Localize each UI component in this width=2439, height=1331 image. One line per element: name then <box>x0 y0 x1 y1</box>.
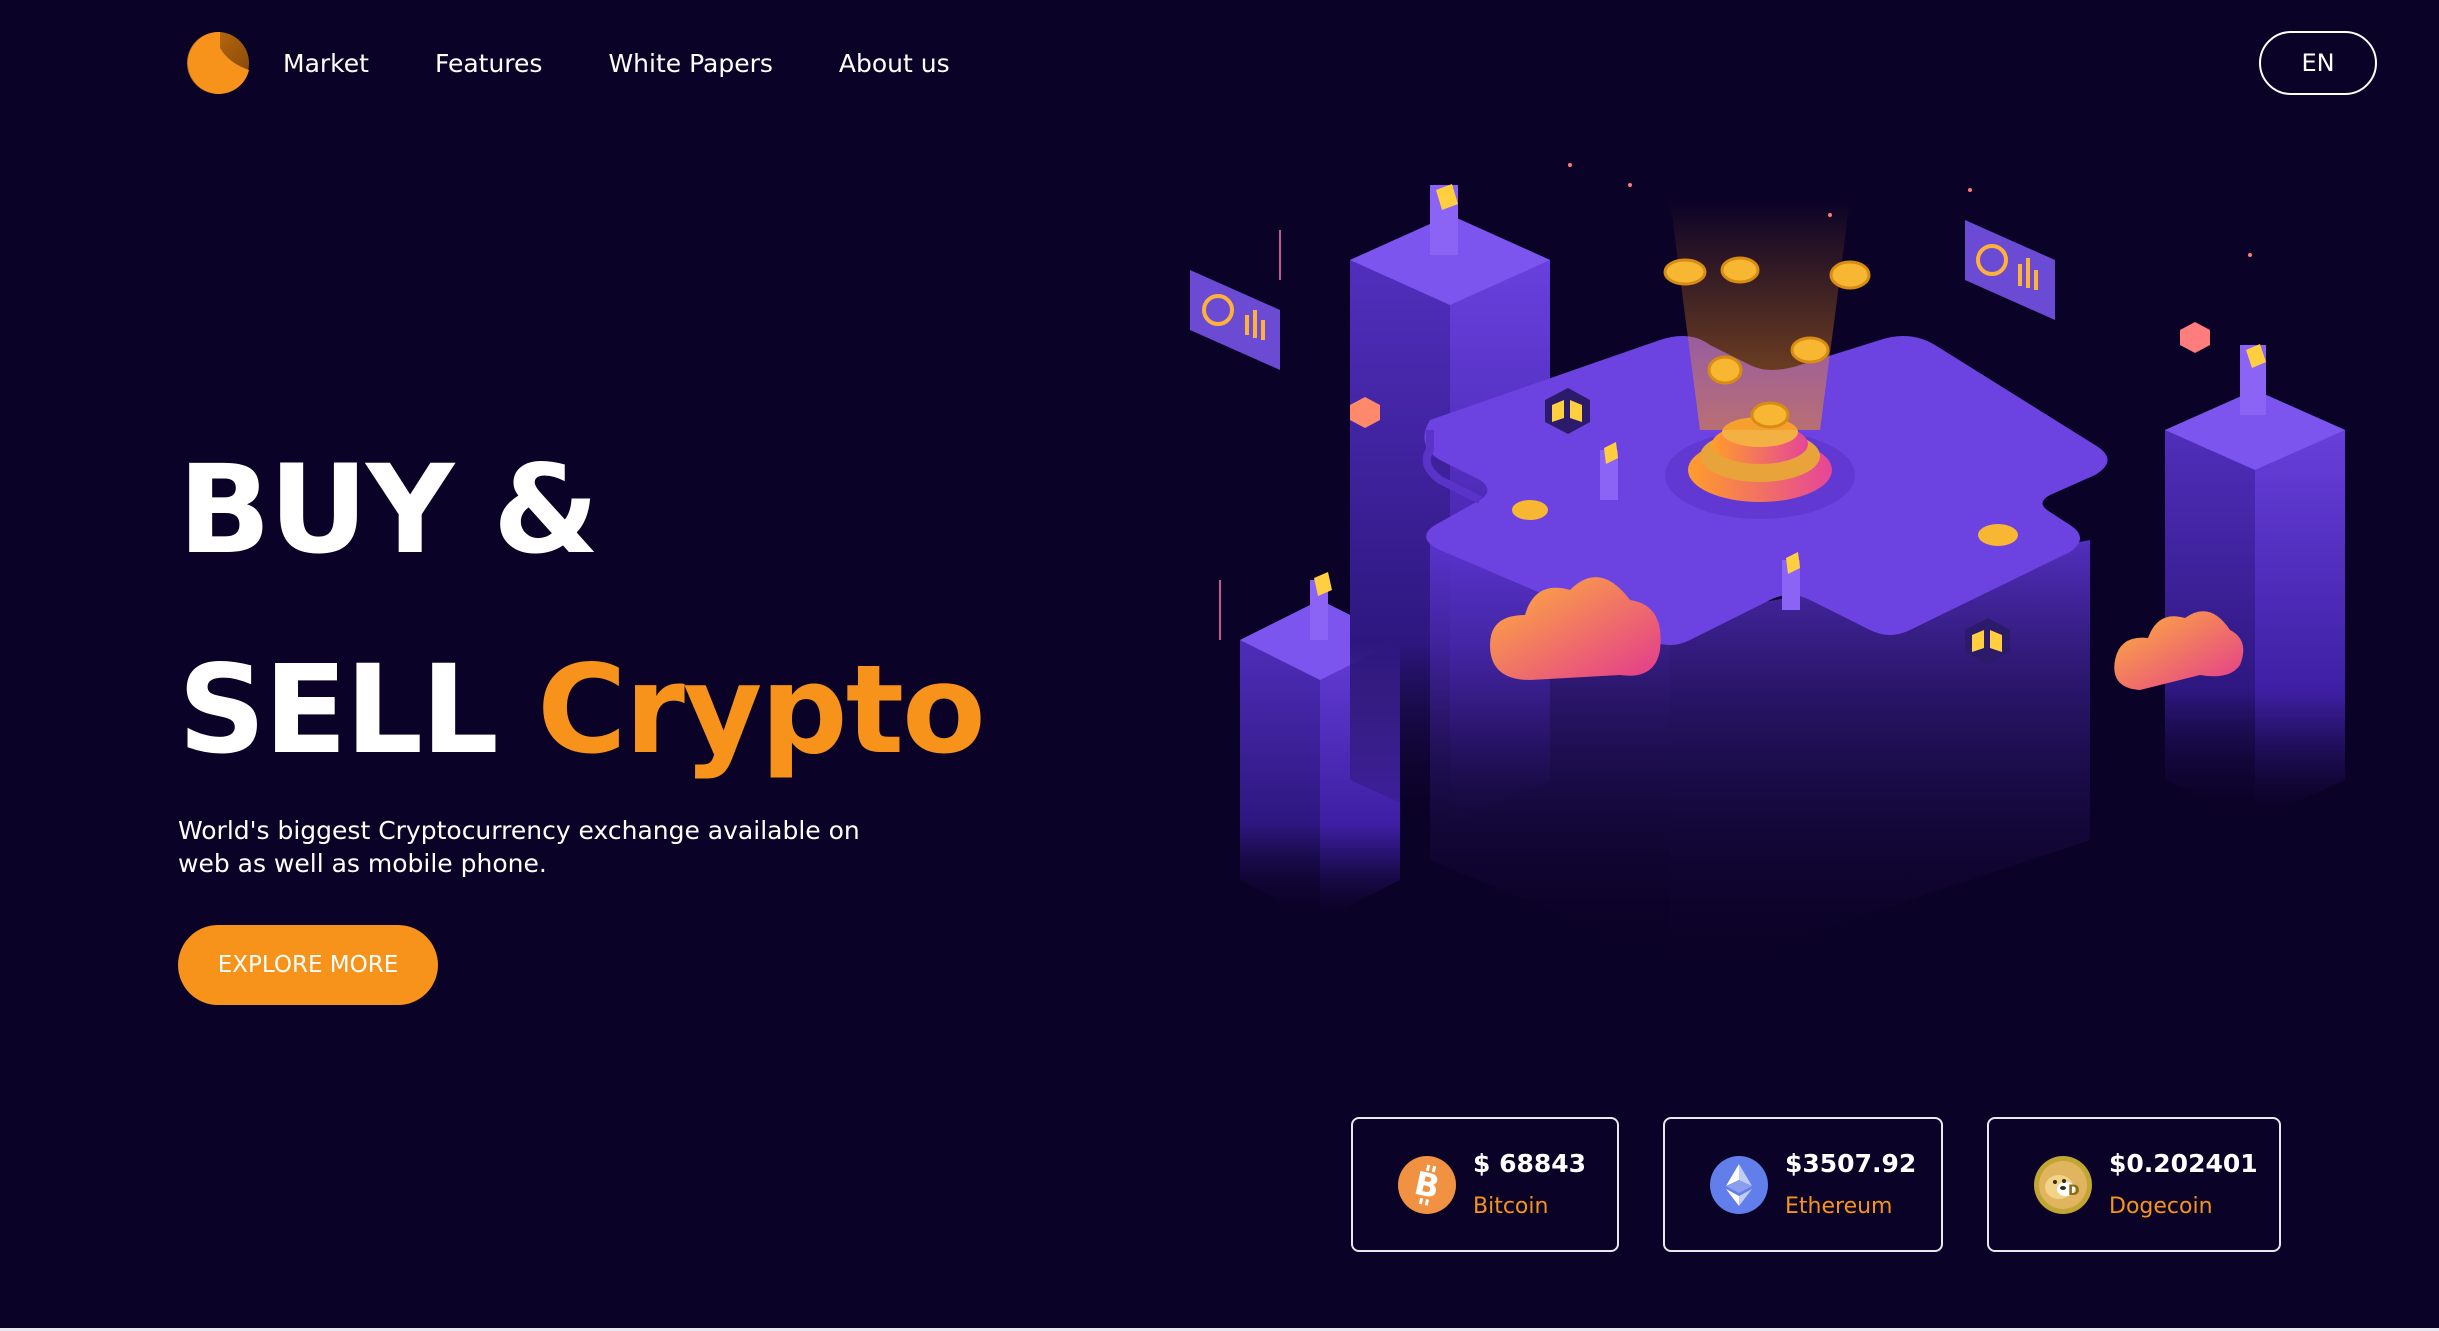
ethereum-price: $3507.92 <box>1785 1149 1917 1178</box>
nav-item-about-us[interactable]: About us <box>839 46 950 82</box>
nav-item-white-papers[interactable]: White Papers <box>608 46 772 82</box>
bitcoin-icon: B <box>1398 1156 1456 1214</box>
price-card-bitcoin[interactable]: B $ 68843 Bitcoin <box>1351 1117 1619 1252</box>
hero-title-line1: BUY & <box>178 439 599 581</box>
bitcoin-price: $ 68843 <box>1473 1149 1587 1178</box>
hero-description: World's biggest Cryptocurrency exchange … <box>178 816 860 878</box>
price-card-ethereum[interactable]: $3507.92 Ethereum <box>1663 1117 1943 1252</box>
hero-title: BUY & SELL Crypto <box>178 410 986 810</box>
nav-item-market[interactable]: Market <box>283 46 369 82</box>
language-button[interactable]: EN <box>2259 31 2377 95</box>
svg-text:D: D <box>2068 1183 2080 1199</box>
orange-crescent-logo[interactable] <box>180 30 256 96</box>
price-card-dogecoin[interactable]: D $0.202401 Dogecoin <box>1987 1117 2281 1252</box>
hero-title-line2-accent: Crypto <box>537 639 986 781</box>
main-nav: Market Features White Papers About us <box>283 46 950 82</box>
hero-title-line2-plain: SELL <box>178 639 538 781</box>
landing-page: Market Features White Papers About us EN… <box>0 0 2439 1328</box>
nav-item-features[interactable]: Features <box>435 46 543 82</box>
ethereum-icon <box>1710 1156 1768 1214</box>
explore-more-button[interactable]: EXPLORE MORE <box>178 925 438 1005</box>
bitcoin-name: Bitcoin <box>1473 1194 1549 1219</box>
isometric-crypto-city-illustration <box>1190 163 2345 980</box>
ethereum-name: Ethereum <box>1785 1194 1893 1219</box>
dogecoin-icon: D <box>2034 1156 2092 1214</box>
dogecoin-name: Dogecoin <box>2109 1194 2213 1219</box>
dogecoin-price: $0.202401 <box>2109 1149 2258 1178</box>
